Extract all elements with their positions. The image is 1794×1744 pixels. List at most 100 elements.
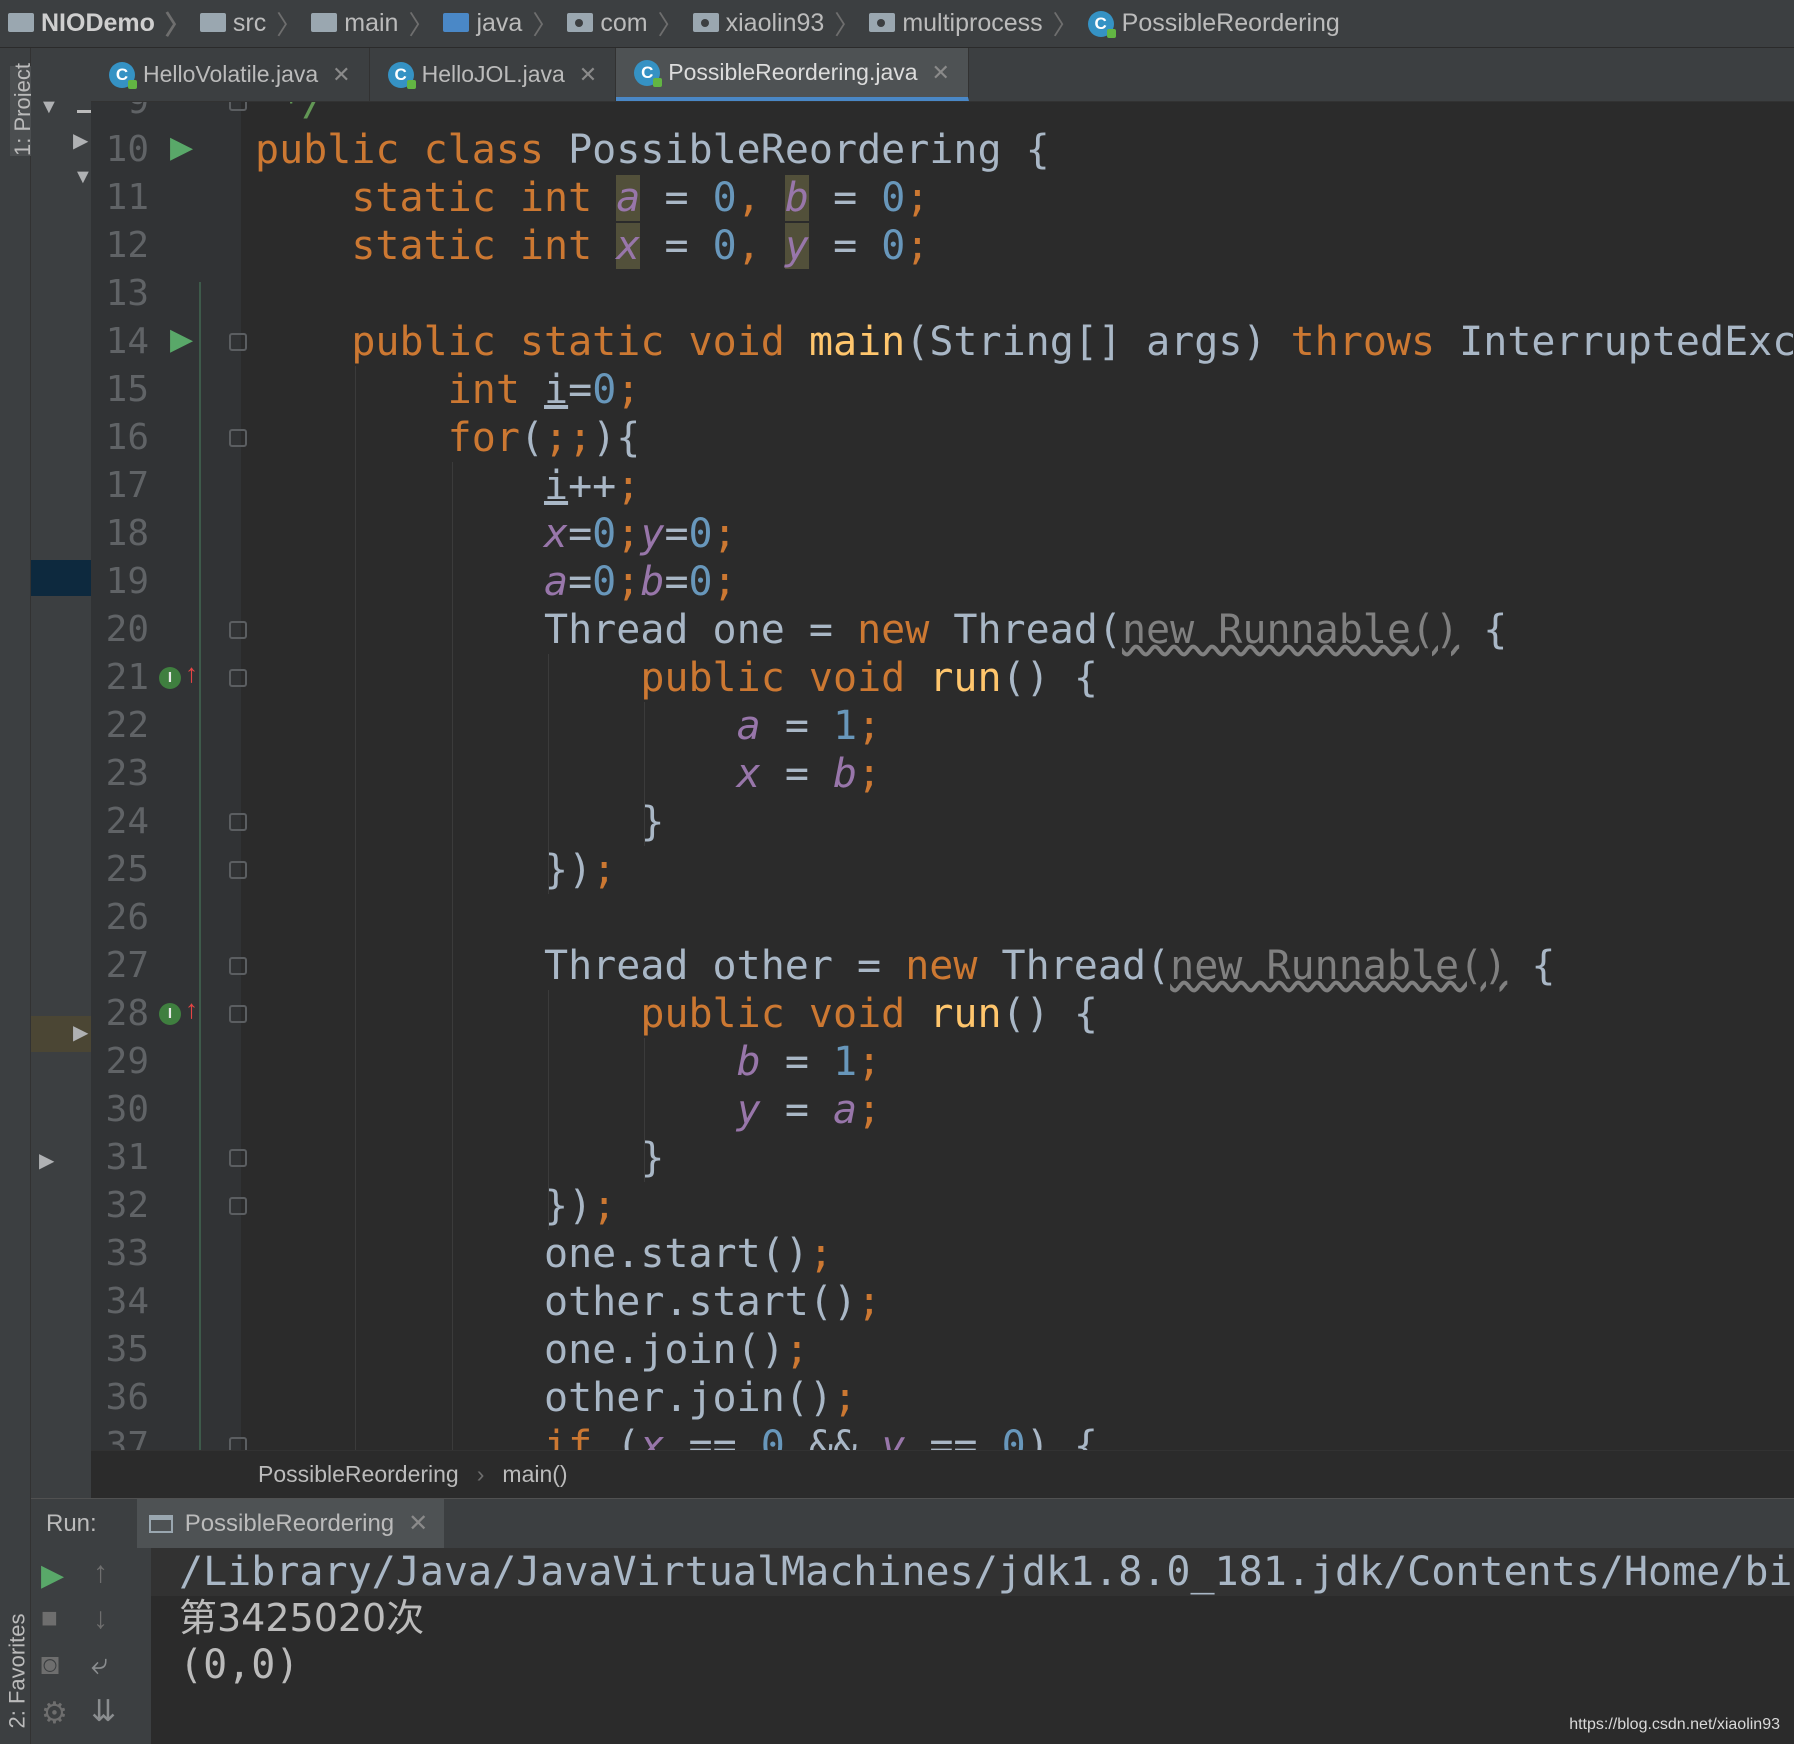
fold-marker-icon[interactable] bbox=[229, 429, 247, 447]
breadcrumb-project[interactable]: NIODemo 〉 bbox=[8, 5, 200, 42]
fold-marker-icon[interactable] bbox=[229, 102, 247, 111]
tree-collapse-icon[interactable]: ▶ bbox=[73, 1020, 88, 1045]
line-number[interactable]: 13 bbox=[91, 270, 149, 318]
line-number[interactable]: 12 bbox=[91, 222, 149, 270]
tree-collapse-icon[interactable]: ▶ bbox=[73, 128, 88, 153]
fold-marker-icon[interactable] bbox=[229, 333, 247, 351]
breadcrumb-xiaolin93[interactable]: xiaolin93 〉 bbox=[692, 5, 870, 42]
line-number[interactable]: 22 bbox=[91, 702, 149, 750]
line-number[interactable]: 18 bbox=[91, 510, 149, 558]
breadcrumb-method-name[interactable]: main() bbox=[502, 1461, 567, 1488]
breadcrumb-java[interactable]: java 〉 bbox=[443, 5, 567, 42]
close-icon[interactable]: ✕ bbox=[579, 62, 597, 88]
line-number[interactable]: 33 bbox=[91, 1230, 149, 1278]
code-line: public static void main(String[] args) t… bbox=[351, 319, 1794, 365]
camera-icon[interactable]: ◙ bbox=[41, 1648, 59, 1682]
close-icon[interactable]: ✕ bbox=[332, 62, 350, 88]
fold-marker-icon[interactable] bbox=[229, 1197, 247, 1215]
fold-marker-icon[interactable] bbox=[229, 1149, 247, 1167]
tree-expand-icon[interactable]: ▼ bbox=[73, 166, 93, 189]
line-number[interactable]: 27 bbox=[91, 942, 149, 990]
selected-tree-row[interactable] bbox=[31, 560, 91, 596]
run-tab-possiblereordering[interactable]: PossibleReordering ✕ bbox=[136, 1499, 445, 1548]
rerun-icon[interactable]: ▶ bbox=[41, 1558, 64, 1593]
code-line: }); bbox=[255, 1183, 617, 1229]
line-number[interactable]: 20 bbox=[91, 606, 149, 654]
soft-wrap-icon[interactable]: ⤶ bbox=[91, 1648, 108, 1682]
stop-icon[interactable]: ■ bbox=[41, 1602, 58, 1634]
line-number[interactable]: 26 bbox=[91, 894, 149, 942]
line-number[interactable]: 35 bbox=[91, 1326, 149, 1374]
folder-icon bbox=[311, 13, 338, 32]
scroll-to-end-icon[interactable]: ⇊ bbox=[91, 1694, 116, 1729]
tab-hellovolatile[interactable]: C HelloVolatile.java ✕ bbox=[91, 48, 370, 101]
console-line-iteration: 第3425020次 bbox=[179, 1596, 425, 1640]
fold-marker-icon[interactable] bbox=[229, 813, 247, 831]
line-number[interactable]: 32 bbox=[91, 1182, 149, 1230]
line-number[interactable]: 15 bbox=[91, 366, 149, 414]
line-number[interactable]: 10 bbox=[91, 126, 149, 174]
tree-expand-icon[interactable]: ▼ bbox=[39, 96, 59, 119]
implements-method-icon[interactable]: I bbox=[159, 1003, 181, 1025]
package-icon bbox=[692, 13, 719, 32]
indent-guide bbox=[451, 462, 453, 1450]
tab-hellojol[interactable]: C HelloJOL.java ✕ bbox=[370, 48, 617, 101]
code-line: x=0;y=0; bbox=[543, 511, 737, 557]
line-number[interactable]: 21 bbox=[91, 654, 149, 702]
line-number[interactable]: 23 bbox=[91, 750, 149, 798]
overrides-arrow-icon[interactable]: ↑ bbox=[185, 994, 198, 1025]
navigation-breadcrumb: NIODemo 〉 src 〉 main 〉 java 〉 com 〉 xiaolin93… bbox=[0, 0, 1794, 48]
indent-guide bbox=[644, 702, 646, 846]
tree-collapse-icon[interactable]: ▶ bbox=[39, 1148, 54, 1173]
console-output[interactable]: /Library/Java/JavaVirtualMachines/jdk1.8… bbox=[151, 1548, 1794, 1744]
line-number[interactable]: 24 bbox=[91, 798, 149, 846]
line-number[interactable]: 30 bbox=[91, 1086, 149, 1134]
breadcrumb-src[interactable]: src 〉 bbox=[199, 5, 311, 42]
run-main-icon[interactable]: ▶ bbox=[170, 322, 193, 357]
indent-guide bbox=[547, 990, 549, 1230]
line-number[interactable]: 16 bbox=[91, 414, 149, 462]
code-line: public void run() { bbox=[640, 991, 1098, 1037]
fold-marker-icon[interactable] bbox=[229, 861, 247, 879]
line-number[interactable]: 31 bbox=[91, 1134, 149, 1182]
line-number[interactable]: 17 bbox=[91, 462, 149, 510]
favorites-tool-tab[interactable]: 2: Favorites bbox=[4, 1614, 30, 1729]
implements-method-icon[interactable]: I bbox=[159, 667, 181, 689]
settings-icon[interactable]: ⚙ bbox=[41, 1696, 68, 1731]
source-folder-icon bbox=[443, 13, 470, 32]
line-number[interactable]: 25 bbox=[91, 846, 149, 894]
fold-marker-icon[interactable] bbox=[229, 957, 247, 975]
code-editor[interactable]: 9101112131415161718192021222324252627282… bbox=[91, 102, 1794, 1450]
line-number[interactable]: 34 bbox=[91, 1278, 149, 1326]
module-icon bbox=[8, 13, 34, 32]
breadcrumb-main[interactable]: main 〉 bbox=[311, 5, 443, 42]
code-line: other.join(); bbox=[255, 1375, 858, 1421]
line-number[interactable]: 29 bbox=[91, 1038, 149, 1086]
breadcrumb-class-name[interactable]: PossibleReordering bbox=[258, 1461, 459, 1488]
line-number[interactable]: 19 bbox=[91, 558, 149, 606]
code-line: int i=0; bbox=[447, 367, 641, 413]
line-number[interactable]: 28 bbox=[91, 990, 149, 1038]
line-number[interactable]: 36 bbox=[91, 1374, 149, 1422]
tab-possiblereordering[interactable]: C PossibleReordering.java ✕ bbox=[616, 48, 969, 101]
run-title: Run: bbox=[46, 1509, 97, 1537]
code-area[interactable]: */public class PossibleReordering { stat… bbox=[255, 102, 1794, 1450]
overrides-arrow-icon[interactable]: ↑ bbox=[185, 658, 198, 689]
close-icon[interactable]: ✕ bbox=[408, 1509, 428, 1538]
fold-marker-icon[interactable] bbox=[229, 1437, 247, 1450]
up-arrow-icon[interactable]: ↑ bbox=[93, 1556, 108, 1590]
fold-marker-icon[interactable] bbox=[229, 1005, 247, 1023]
run-class-icon[interactable]: ▶ bbox=[170, 130, 193, 165]
breadcrumb-class[interactable]: C PossibleReordering bbox=[1087, 9, 1340, 38]
line-number[interactable]: 9 bbox=[91, 102, 149, 126]
down-arrow-icon[interactable]: ↓ bbox=[93, 1602, 108, 1636]
fold-marker-icon[interactable] bbox=[229, 621, 247, 639]
line-number[interactable]: 14 bbox=[91, 318, 149, 366]
breadcrumb-multiprocess[interactable]: multiprocess 〉 bbox=[869, 5, 1087, 42]
line-number[interactable]: 11 bbox=[91, 174, 149, 222]
close-icon[interactable]: ✕ bbox=[932, 60, 950, 86]
line-number[interactable]: 37 bbox=[91, 1422, 149, 1450]
breadcrumb-com[interactable]: com 〉 bbox=[567, 5, 692, 42]
fold-marker-icon[interactable] bbox=[229, 669, 247, 687]
code-line: other.start(); bbox=[255, 1279, 882, 1325]
